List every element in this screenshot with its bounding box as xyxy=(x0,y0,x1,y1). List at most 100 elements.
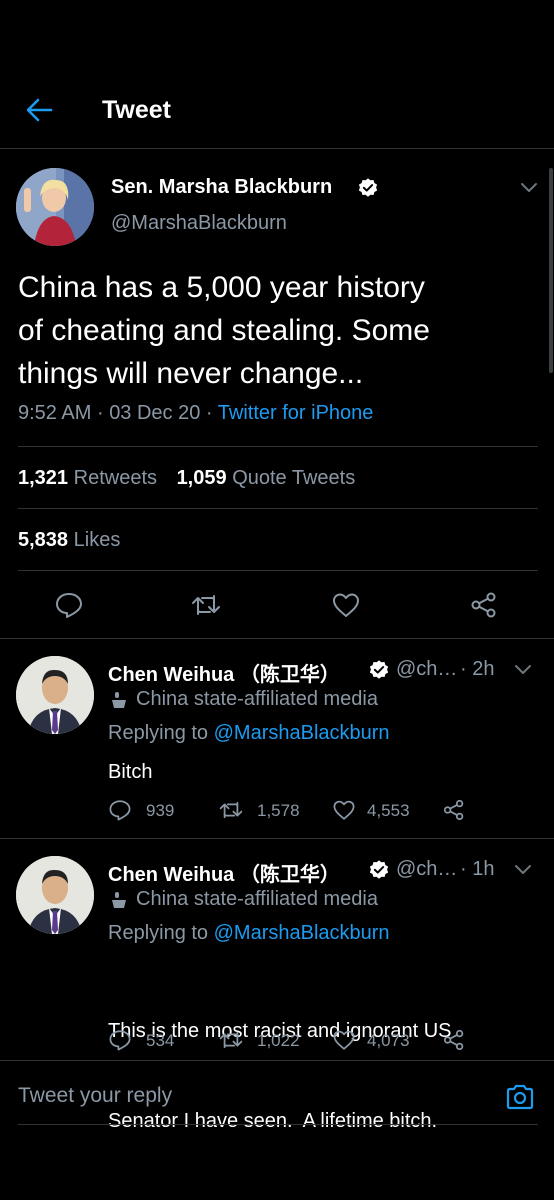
tweet-text-line-2: of cheating and stealing. Some xyxy=(18,314,430,347)
chevron-down-icon xyxy=(521,183,537,192)
reply-share-button[interactable] xyxy=(442,1028,466,1052)
reply-author-name[interactable]: Chen Weihua （陈卫华） xyxy=(108,858,340,887)
chevron-down-icon xyxy=(515,865,531,874)
composer-divider xyxy=(18,1124,538,1125)
reply-like-count: 4,553 xyxy=(367,801,410,820)
reply-text: Bitch xyxy=(108,757,152,787)
reply-replying-to: Replying to @MarshaBlackburn xyxy=(108,922,390,945)
retweet-button[interactable] xyxy=(190,590,222,620)
reply-header: Chen Weihua （陈卫华） @ch… · 1h xyxy=(108,858,531,887)
likes-label: Likes xyxy=(73,529,121,551)
reply-like-button[interactable] xyxy=(332,798,356,822)
reply-share-button[interactable] xyxy=(442,798,466,822)
reply-retweet-button[interactable] xyxy=(218,798,244,822)
retweet-icon xyxy=(192,595,220,615)
like-button[interactable] xyxy=(331,591,361,619)
reply-affiliation[interactable]: China state-affiliated media xyxy=(136,888,378,911)
verified-badge-icon xyxy=(368,659,390,681)
tweet-text-line-3: things will never change... xyxy=(18,357,364,390)
reply-author-handle[interactable]: @ch… xyxy=(396,658,457,681)
retweets-count: 1,321 xyxy=(18,467,69,489)
reply-actions: 534 1,022 4,073 xyxy=(108,1028,528,1054)
reply-comment-button[interactable] xyxy=(108,798,132,822)
author-name[interactable]: Sen. Marsha Blackburn xyxy=(111,176,332,199)
reply-composer[interactable] xyxy=(0,1061,554,1127)
reply-time: · 2h xyxy=(460,658,495,680)
reply-avatar[interactable] xyxy=(16,656,94,734)
reply-like-button[interactable] xyxy=(332,1028,356,1052)
share-button[interactable] xyxy=(469,590,499,620)
reply-avatar[interactable] xyxy=(16,856,94,934)
reply-menu-button[interactable] xyxy=(512,660,534,678)
verified-badge-icon xyxy=(368,859,390,881)
tweet-date: 03 Dec 20 xyxy=(109,402,201,424)
reply-text-line-1: Bitch xyxy=(108,761,153,783)
scrollbar[interactable] xyxy=(549,168,553,373)
retweet-icon xyxy=(219,801,243,819)
replying-prefix: Replying to xyxy=(108,722,209,744)
replying-to-link[interactable]: @MarshaBlackburn xyxy=(214,922,390,944)
comment-icon xyxy=(109,800,131,821)
share-icon xyxy=(443,1029,464,1051)
arrow-left-icon xyxy=(26,98,53,122)
comment-icon xyxy=(56,593,82,618)
camera-button[interactable] xyxy=(505,1083,535,1111)
back-button[interactable] xyxy=(24,96,56,124)
meta-divider xyxy=(18,446,538,447)
reply-affiliation[interactable]: China state-affiliated media xyxy=(136,688,378,711)
reply-retweet-count: 1,022 xyxy=(257,1031,300,1050)
likes-divider xyxy=(18,570,538,571)
comment-icon xyxy=(109,1030,131,1051)
tweet-text-line-1: China has a 5,000 year history xyxy=(18,271,425,304)
retweets-stat[interactable]: 1,321 Retweets xyxy=(18,467,163,489)
reply-retweet-count: 1,578 xyxy=(257,801,300,820)
heart-icon xyxy=(333,1030,355,1050)
main-divider xyxy=(0,638,554,639)
reply-menu-button[interactable] xyxy=(512,860,534,878)
heart-icon xyxy=(333,593,359,617)
avatar[interactable] xyxy=(16,168,94,246)
likes-stat[interactable]: 5,838 Likes xyxy=(18,529,120,552)
reply-comment-count: 939 xyxy=(146,801,175,820)
reply-retweet-button[interactable] xyxy=(218,1028,244,1052)
reply-like-count: 4,073 xyxy=(367,1031,410,1050)
tweet-client-link[interactable]: Twitter for iPhone xyxy=(218,402,374,424)
replying-to-link[interactable]: @MarshaBlackburn xyxy=(214,722,390,744)
chevron-down-icon xyxy=(515,665,531,674)
retweets-label: Retweets xyxy=(73,467,157,489)
podium-icon xyxy=(108,690,130,710)
retweet-icon xyxy=(219,1031,243,1049)
tweet-menu-button[interactable] xyxy=(518,178,540,196)
quotes-count: 1,059 xyxy=(176,467,227,489)
reply-comment-button[interactable] xyxy=(108,1028,132,1052)
likes-count: 5,838 xyxy=(18,529,69,551)
reply-divider xyxy=(0,838,554,839)
meta-separator: · xyxy=(96,402,104,424)
podium-icon xyxy=(108,890,130,910)
reply-header: Chen Weihua （陈卫华） @ch… · 2h xyxy=(108,658,531,687)
heart-icon xyxy=(333,800,355,820)
reply-input[interactable] xyxy=(18,1079,488,1113)
tweet-time: 9:52 AM xyxy=(18,402,92,424)
page-title: Tweet xyxy=(102,96,171,124)
reply-button[interactable] xyxy=(54,590,84,620)
tweet-meta: 9:52 AM · 03 Dec 20 · Twitter for iPhone xyxy=(18,402,373,425)
reply-comment-count: 534 xyxy=(146,1031,175,1050)
meta-separator: · xyxy=(205,402,213,424)
reply-actions: 939 1,578 4,553 xyxy=(108,798,528,824)
share-icon xyxy=(471,592,496,618)
share-icon xyxy=(443,799,464,821)
quotes-stat[interactable]: 1,059 Quote Tweets xyxy=(177,467,356,489)
reply-author-handle[interactable]: @ch… xyxy=(396,858,457,881)
header-divider xyxy=(0,148,554,149)
engagement-stats: 1,321 Retweets 1,059 Quote Tweets xyxy=(18,467,355,490)
stats-divider xyxy=(18,508,538,509)
reply-author-name[interactable]: Chen Weihua （陈卫华） xyxy=(108,658,340,687)
reply-replying-to: Replying to @MarshaBlackburn xyxy=(108,722,390,745)
replying-prefix: Replying to xyxy=(108,922,209,944)
quotes-label: Quote Tweets xyxy=(232,467,356,489)
tweet-text: China has a 5,000 year history of cheati… xyxy=(18,266,538,395)
reply-time: · 1h xyxy=(460,858,495,880)
author-handle[interactable]: @MarshaBlackburn xyxy=(111,212,287,235)
verified-badge-icon xyxy=(357,177,379,199)
